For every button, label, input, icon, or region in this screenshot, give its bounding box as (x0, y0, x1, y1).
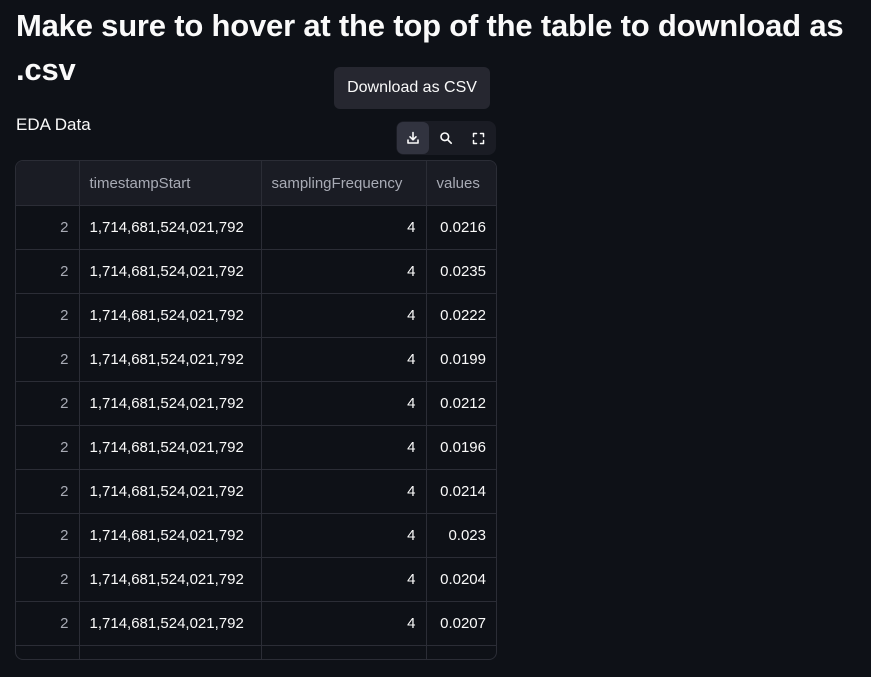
timestamp-cell[interactable]: 1,714,681,524,021,792 (79, 249, 262, 294)
table-row-partial (16, 645, 496, 659)
timestamp-cell[interactable]: 1,714,681,524,021,792 (79, 293, 262, 338)
timestamp-cell[interactable]: 1,714,681,524,021,792 (79, 381, 262, 426)
row-index-cell[interactable]: 2 (16, 601, 80, 646)
row-index-cell[interactable]: 2 (16, 337, 80, 382)
timestamp-cell[interactable]: 1,714,681,524,021,792 (79, 425, 262, 470)
timestamp-cell[interactable]: 1,714,681,524,021,792 (79, 557, 262, 602)
download-icon (407, 131, 419, 144)
value-cell[interactable]: 0.0222 (426, 293, 496, 338)
row-index-cell[interactable]: 2 (16, 249, 80, 294)
column-header-timestampStart[interactable]: timestampStart (79, 161, 262, 206)
value-cell[interactable]: 0.0204 (426, 557, 496, 602)
column-header-values[interactable]: values (426, 161, 496, 206)
row-index-cell[interactable]: 2 (16, 557, 80, 602)
value-cell[interactable] (426, 645, 496, 659)
sampling-frequency-cell[interactable]: 4 (261, 337, 427, 382)
value-cell[interactable]: 0.0216 (426, 205, 496, 250)
timestamp-cell[interactable]: 1,714,681,524,021,792 (79, 469, 262, 514)
row-index-cell[interactable] (16, 645, 80, 659)
table-row: 2 1,714,681,524,021,792 4 0.0212 (16, 381, 496, 426)
row-index-cell[interactable]: 2 (16, 381, 80, 426)
row-index-cell[interactable]: 2 (16, 469, 80, 514)
row-index-cell[interactable]: 2 (16, 293, 80, 338)
value-cell[interactable]: 0.0207 (426, 601, 496, 646)
search-button[interactable] (430, 122, 462, 154)
table-row: 2 1,714,681,524,021,792 4 0.0207 (16, 601, 496, 646)
table-row: 2 1,714,681,524,021,792 4 0.0204 (16, 557, 496, 602)
sampling-frequency-cell[interactable]: 4 (261, 469, 427, 514)
download-csv-tooltip: Download as CSV (334, 67, 490, 109)
table-row: 2 1,714,681,524,021,792 4 0.0196 (16, 425, 496, 470)
table-row: 2 1,714,681,524,021,792 4 0.0222 (16, 293, 496, 338)
sampling-frequency-cell[interactable]: 4 (261, 601, 427, 646)
table-row: 2 1,714,681,524,021,792 4 0.0214 (16, 469, 496, 514)
sampling-frequency-cell[interactable]: 4 (261, 293, 427, 338)
timestamp-cell[interactable]: 1,714,681,524,021,792 (79, 513, 262, 558)
value-cell[interactable]: 0.023 (426, 513, 496, 558)
value-cell[interactable]: 0.0235 (426, 249, 496, 294)
row-index-cell[interactable]: 2 (16, 425, 80, 470)
search-icon (440, 132, 453, 145)
value-cell[interactable]: 0.0214 (426, 469, 496, 514)
sampling-frequency-cell[interactable]: 4 (261, 425, 427, 470)
sampling-frequency-cell[interactable]: 4 (261, 557, 427, 602)
sampling-frequency-cell[interactable]: 4 (261, 381, 427, 426)
table-header-row: timestampStart samplingFrequency values (16, 161, 496, 206)
table-row: 2 1,714,681,524,021,792 4 0.0199 (16, 337, 496, 382)
download-button[interactable] (397, 122, 429, 154)
value-cell[interactable]: 0.0196 (426, 425, 496, 470)
sampling-frequency-cell[interactable] (261, 645, 427, 659)
table-row: 2 1,714,681,524,021,792 4 0.0235 (16, 249, 496, 294)
column-header-index[interactable] (16, 161, 80, 206)
timestamp-cell[interactable]: 1,714,681,524,021,792 (79, 337, 262, 382)
table-row: 2 1,714,681,524,021,792 4 0.0216 (16, 205, 496, 250)
value-cell[interactable]: 0.0212 (426, 381, 496, 426)
fullscreen-icon (472, 132, 484, 144)
row-index-cell[interactable]: 2 (16, 205, 80, 250)
timestamp-cell[interactable]: 1,714,681,524,021,792 (79, 601, 262, 646)
table-toolbar (396, 121, 496, 155)
sampling-frequency-cell[interactable]: 4 (261, 513, 427, 558)
fullscreen-button[interactable] (462, 122, 494, 154)
column-header-samplingFrequency[interactable]: samplingFrequency (261, 161, 427, 206)
timestamp-cell[interactable] (79, 645, 262, 659)
value-cell[interactable]: 0.0199 (426, 337, 496, 382)
eda-data-table[interactable]: timestampStart samplingFrequency values … (15, 160, 497, 660)
row-index-cell[interactable]: 2 (16, 513, 80, 558)
sampling-frequency-cell[interactable]: 4 (261, 205, 427, 250)
section-label: EDA Data (16, 115, 91, 134)
sampling-frequency-cell[interactable]: 4 (261, 249, 427, 294)
timestamp-cell[interactable]: 1,714,681,524,021,792 (79, 205, 262, 250)
table-row: 2 1,714,681,524,021,792 4 0.023 (16, 513, 496, 558)
